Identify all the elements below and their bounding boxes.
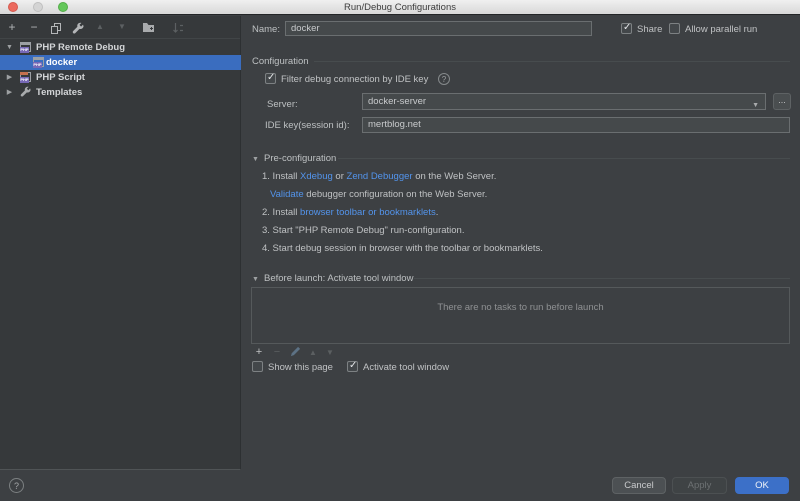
move-task-up-icon: ▲ bbox=[306, 347, 320, 359]
move-down-icon: ▼ bbox=[114, 19, 130, 35]
preconfig-step-2: 2. Install browser toolbar or bookmarkle… bbox=[262, 207, 438, 218]
edit-defaults-wrench-icon[interactable] bbox=[70, 19, 86, 35]
section-divider bbox=[414, 278, 790, 279]
move-task-down-icon: ▼ bbox=[323, 347, 337, 359]
preconfig-step-3: 3. Start "PHP Remote Debug" run-configur… bbox=[262, 225, 464, 236]
preconfig-validate-line: Validate debugger configuration on the W… bbox=[270, 189, 487, 200]
preconfig-step-4: 4. Start debug session in browser with t… bbox=[262, 243, 543, 254]
combo-arrow-icon[interactable]: ▼ bbox=[752, 98, 759, 113]
new-folder-icon[interactable] bbox=[140, 19, 156, 35]
edit-task-pencil-icon bbox=[288, 346, 302, 358]
name-label: Name: bbox=[252, 24, 280, 35]
tree-item-templates[interactable]: ▶ Templates bbox=[0, 85, 241, 100]
server-label: Server: bbox=[267, 99, 298, 110]
add-configuration-icon[interactable]: + bbox=[4, 19, 20, 35]
server-combobox-value: docker-server bbox=[368, 96, 426, 107]
ok-button[interactable]: OK bbox=[735, 477, 789, 494]
titlebar: Run/Debug Configurations bbox=[0, 0, 800, 15]
section-divider bbox=[314, 61, 790, 62]
php-script-icon: PHP bbox=[20, 72, 32, 83]
cancel-button[interactable]: Cancel bbox=[612, 477, 666, 494]
php-remote-debug-icon: PHP bbox=[33, 57, 45, 68]
chevron-right-icon[interactable]: ▶ bbox=[5, 85, 14, 100]
preconfig-step-1: 1. Install Xdebug or Zend Debugger on th… bbox=[262, 171, 496, 182]
tree-item-php-remote-debug[interactable]: ▼ PHP PHP Remote Debug bbox=[0, 40, 241, 55]
configuration-section-header: Configuration bbox=[252, 56, 309, 67]
browse-servers-button[interactable]: ... bbox=[773, 93, 791, 110]
wrench-icon bbox=[20, 86, 31, 102]
window-title: Run/Debug Configurations bbox=[0, 2, 800, 13]
filter-debug-connection-label: Filter debug connection by IDE key bbox=[281, 74, 428, 85]
remove-configuration-icon[interactable]: − bbox=[26, 19, 42, 35]
share-label: Share bbox=[637, 24, 662, 35]
apply-button: Apply bbox=[672, 477, 727, 494]
sidebar-toolbar: + − ▲ ▼ bbox=[0, 16, 240, 39]
ide-key-label: IDE key(session id): bbox=[265, 120, 349, 131]
help-icon[interactable]: ? bbox=[438, 73, 450, 85]
no-tasks-message: There are no tasks to run before launch bbox=[252, 302, 789, 313]
sort-alphabetically-icon bbox=[170, 19, 186, 35]
before-launch-section-header[interactable]: Before launch: Activate tool window bbox=[264, 273, 413, 284]
remove-task-icon: − bbox=[270, 346, 284, 358]
run-debug-configurations-dialog: Run/Debug Configurations + − ▲ ▼ ▼ PHP P bbox=[0, 0, 800, 501]
help-button[interactable]: ? bbox=[9, 478, 24, 493]
activate-tool-window-label: Activate tool window bbox=[363, 362, 449, 373]
chevron-right-icon[interactable]: ▶ bbox=[5, 70, 14, 85]
chevron-down-icon[interactable]: ▼ bbox=[252, 156, 259, 163]
before-launch-task-list[interactable]: There are no tasks to run before launch bbox=[251, 287, 790, 344]
xdebug-link[interactable]: Xdebug bbox=[300, 171, 333, 182]
copy-configuration-icon[interactable] bbox=[48, 19, 64, 35]
move-up-icon: ▲ bbox=[92, 19, 108, 35]
zend-debugger-link[interactable]: Zend Debugger bbox=[347, 171, 413, 182]
preconfiguration-section-header[interactable]: Pre-configuration bbox=[264, 153, 336, 164]
filter-debug-connection-checkbox[interactable] bbox=[265, 73, 276, 84]
chevron-down-icon[interactable]: ▼ bbox=[5, 40, 14, 55]
show-this-page-checkbox[interactable] bbox=[252, 361, 263, 372]
browser-toolbar-link[interactable]: browser toolbar or bookmarklets bbox=[300, 207, 436, 218]
validate-link[interactable]: Validate bbox=[270, 189, 304, 200]
chevron-down-icon[interactable]: ▼ bbox=[252, 276, 259, 283]
ide-key-input[interactable]: mertblog.net bbox=[362, 117, 790, 133]
allow-parallel-run-label: Allow parallel run bbox=[685, 24, 757, 35]
server-combobox[interactable]: docker-server ▼ bbox=[362, 93, 766, 110]
add-task-icon[interactable]: + bbox=[252, 346, 266, 358]
share-checkbox[interactable] bbox=[621, 23, 632, 34]
name-input[interactable]: docker bbox=[285, 21, 592, 36]
tree-item-docker[interactable]: PHP docker bbox=[0, 55, 241, 70]
configurations-sidebar: + − ▲ ▼ ▼ PHP PHP Remote Debug PHP bbox=[0, 16, 241, 470]
tree-item-php-script[interactable]: ▶ PHP PHP Script bbox=[0, 70, 241, 85]
activate-tool-window-checkbox[interactable] bbox=[347, 361, 358, 372]
php-remote-debug-icon: PHP bbox=[20, 42, 32, 53]
section-divider bbox=[338, 158, 790, 159]
show-this-page-label: Show this page bbox=[268, 362, 333, 373]
allow-parallel-run-checkbox[interactable] bbox=[669, 23, 680, 34]
